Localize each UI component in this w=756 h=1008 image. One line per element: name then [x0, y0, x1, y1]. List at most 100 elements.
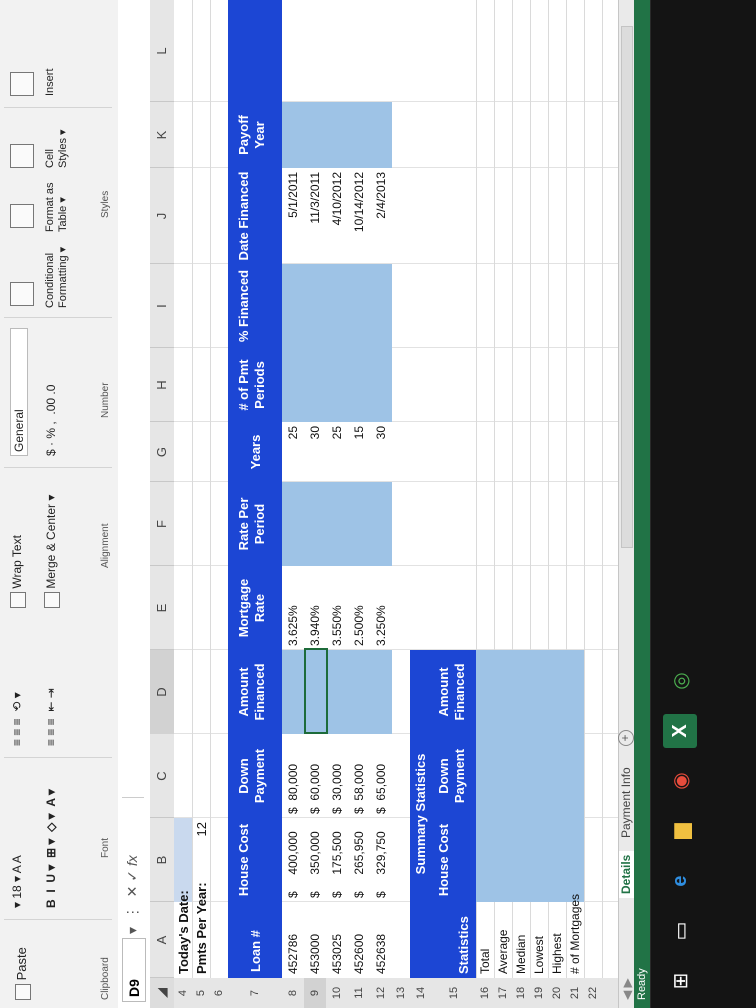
years[interactable]: 30	[308, 426, 322, 482]
row-header[interactable]: 22	[584, 978, 603, 1008]
cell-styles-button[interactable]: Cell Styles ▾	[44, 129, 70, 168]
loan-number[interactable]: 453025	[330, 934, 344, 974]
column-header-i[interactable]: I	[150, 263, 174, 348]
name-box[interactable]: D9	[122, 938, 146, 1002]
column-header-f[interactable]: F	[150, 481, 174, 566]
select-all-corner[interactable]: ◢	[150, 977, 174, 1008]
wrap-text-button[interactable]: Wrap Text	[10, 535, 26, 608]
column-header-c[interactable]: C	[150, 733, 174, 818]
row-header[interactable]: 19	[530, 978, 549, 1008]
chrome-browser-icon[interactable]: ◎	[663, 664, 697, 698]
down-payment[interactable]: $ 58,000	[352, 764, 366, 814]
house-cost[interactable]: $ 265,950	[352, 831, 366, 898]
row-header[interactable]: 21	[566, 978, 585, 1008]
merge-center-button[interactable]: Merge & Center ▾	[44, 495, 60, 608]
active-cell-d9[interactable]	[304, 648, 328, 734]
start-windows-icon[interactable]: ⊞	[663, 964, 697, 998]
format-as-table-button[interactable]: Format as Table ▾	[44, 182, 70, 232]
worksheet-grid[interactable]: 4 5 6 7 8 9 10 11 12 13 14 15 16 17 18 1…	[174, 0, 619, 1008]
years[interactable]: 25	[286, 426, 300, 482]
excel-app-icon[interactable]: X	[663, 714, 697, 748]
row-header[interactable]: 7	[228, 978, 283, 1008]
file-explorer-icon[interactable]: ▆	[663, 814, 697, 848]
row-header[interactable]: 9	[304, 978, 327, 1008]
loan-number[interactable]: 452638	[374, 934, 388, 974]
formula-cancel-confirm[interactable]: ▾ ⋮ ✕ ✓ fx	[124, 855, 141, 934]
column-header-e[interactable]: E	[150, 565, 174, 650]
loan-number[interactable]: 453000	[308, 934, 322, 974]
mortgage-rate[interactable]: 3.250%	[374, 605, 388, 646]
pmts-per-year-value[interactable]: 12	[194, 822, 209, 902]
pmt-periods-percent-cells[interactable]	[282, 264, 392, 422]
date-financed[interactable]: 4/10/2012	[330, 172, 344, 264]
row-header[interactable]: 12	[370, 978, 393, 1008]
row-header[interactable]: 14	[410, 978, 433, 1008]
column-header-l[interactable]: L	[150, 0, 174, 102]
currency-buttons[interactable]: $ · % , .00 .0	[44, 385, 58, 456]
mortgage-rate[interactable]: 2.500%	[352, 605, 366, 646]
house-cost[interactable]: $ 329,750	[374, 831, 388, 898]
column-header-d[interactable]: D	[150, 649, 174, 734]
house-cost[interactable]: $ 350,000	[308, 831, 322, 898]
down-payment[interactable]: $ 65,000	[374, 764, 388, 814]
date-financed[interactable]: 11/3/2011	[308, 172, 322, 264]
conditional-formatting-button[interactable]: Conditional Formatting ▾	[44, 247, 70, 308]
loan-number[interactable]: 452786	[286, 934, 300, 974]
house-cost[interactable]: $ 175,500	[330, 831, 344, 898]
down-payment[interactable]: $ 80,000	[286, 764, 300, 814]
column-header-k[interactable]: K	[150, 101, 174, 168]
mortgage-rate[interactable]: 3.940%	[308, 605, 322, 646]
insert-button[interactable]: Insert	[44, 68, 56, 96]
row-header[interactable]: 6	[210, 978, 229, 1008]
years[interactable]: 30	[374, 426, 388, 482]
payoff-year-cells[interactable]	[282, 102, 392, 168]
house-cost[interactable]: $ 400,000	[286, 831, 300, 898]
summary-header-amount-financed: Amount Financed	[432, 650, 476, 734]
column-header-a[interactable]: A	[150, 901, 174, 978]
new-sheet-button[interactable]: +	[618, 730, 634, 746]
years[interactable]: 25	[330, 426, 344, 482]
windows-taskbar: ⊞ ▭ e ▆ ◉ X ◎	[650, 0, 756, 1008]
font-size-select[interactable]: ▾ 18 ▾ A A	[10, 855, 24, 908]
rate-per-period-cells[interactable]	[282, 482, 392, 566]
date-financed[interactable]: 10/14/2012	[352, 172, 366, 264]
row-header[interactable]: 10	[326, 978, 349, 1008]
down-payment[interactable]: $ 30,000	[330, 764, 344, 814]
date-financed[interactable]: 5/1/2011	[286, 172, 300, 264]
row-header[interactable]: 5	[192, 978, 211, 1008]
mortgage-rate[interactable]: 3.625%	[286, 605, 300, 646]
loan-number[interactable]: 452600	[352, 934, 366, 974]
app-red-icon[interactable]: ◉	[663, 764, 697, 798]
bold-italic-underline[interactable]: B I U ▾ ⊞ ▾ ◇ ▾ A ▾	[44, 789, 58, 908]
date-financed[interactable]: 2/4/2013	[374, 172, 388, 264]
amount-financed-cells[interactable]	[282, 650, 392, 734]
tab-scroll-arrows[interactable]: ◀ ▶	[620, 978, 634, 1000]
task-view-icon[interactable]: ▭	[663, 914, 697, 948]
formula-input[interactable]	[122, 7, 144, 798]
row-header[interactable]: 4	[174, 978, 193, 1008]
edge-browser-icon[interactable]: e	[663, 864, 697, 898]
align-buttons[interactable]: ≡ ≡ ≡ ⇤ ⇥	[44, 688, 58, 746]
row-header[interactable]: 20	[548, 978, 567, 1008]
tab-payment-info[interactable]: Payment Info	[619, 767, 633, 838]
row-header[interactable]: 16	[476, 978, 495, 1008]
column-header-b[interactable]: B	[150, 817, 174, 902]
mortgage-rate[interactable]: 3.550%	[330, 605, 344, 646]
row-header[interactable]: 11	[348, 978, 371, 1008]
row-header[interactable]: 15	[432, 978, 477, 1008]
summary-values-cells[interactable]	[476, 650, 584, 902]
column-header-h[interactable]: H	[150, 347, 174, 422]
paste-button[interactable]: Paste	[14, 947, 31, 1000]
row-header[interactable]: 8	[282, 978, 305, 1008]
column-header-g[interactable]: G	[150, 421, 174, 482]
horizontal-scrollbar[interactable]	[621, 26, 633, 548]
paste-icon	[14, 984, 31, 1000]
row-header[interactable]: 17	[494, 978, 513, 1008]
number-format-select[interactable]: General	[10, 328, 28, 456]
align-top-buttons[interactable]: ≡ ≡ ≡ ⟲ ▾	[10, 692, 24, 746]
column-header-j[interactable]: J	[150, 167, 174, 264]
down-payment[interactable]: $ 60,000	[308, 764, 322, 814]
row-header[interactable]: 13	[392, 978, 411, 1008]
years[interactable]: 15	[352, 426, 366, 482]
row-header[interactable]: 18	[512, 978, 531, 1008]
